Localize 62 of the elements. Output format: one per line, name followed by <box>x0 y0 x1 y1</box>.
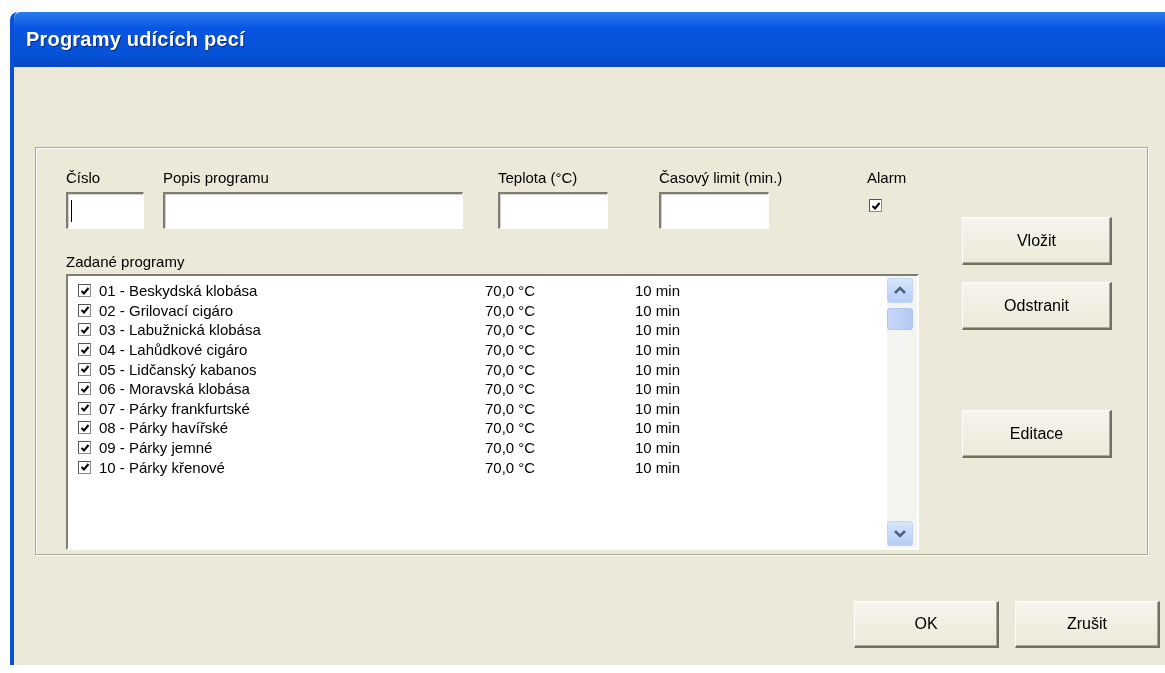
temperature-cell-text: 70,0 °C <box>485 419 537 437</box>
checkbox[interactable] <box>78 401 91 415</box>
temperature-cell-text: 70,0 °C <box>485 380 537 398</box>
checkbox[interactable] <box>78 421 91 435</box>
program-name: 09 - Párky jemné <box>99 439 214 457</box>
time-limit-cell: 10 min <box>635 380 681 398</box>
program-name: 07 - Párky frankfurtské <box>99 399 251 417</box>
time-limit-cell: 10 min <box>635 458 681 476</box>
action-button[interactable]: Odstranit <box>962 282 1112 330</box>
program-name: 02 - Grilovací cigáro <box>99 301 235 319</box>
program-name: 06 - Moravská klobása <box>99 380 251 398</box>
checkbox[interactable] <box>78 460 91 474</box>
checkbox[interactable] <box>869 199 882 212</box>
checkbox[interactable] <box>78 284 91 298</box>
program-list[interactable] <box>66 274 919 550</box>
temperature-cell-text: 70,0 °C <box>485 458 537 476</box>
checkbox[interactable] <box>78 382 91 396</box>
program-name: 10 - Párky křenové <box>99 458 226 476</box>
input-field[interactable] <box>659 192 769 229</box>
scroll-up-icon[interactable] <box>887 278 913 303</box>
input-field[interactable] <box>498 192 608 229</box>
scroll-down-icon[interactable] <box>887 521 913 546</box>
time-limit-cell: 10 min <box>635 321 681 339</box>
temperature-cell-text: 70,0 °C <box>485 282 537 300</box>
checkbox[interactable] <box>78 303 91 317</box>
scroll-thumb[interactable] <box>887 308 913 330</box>
alarm-label: Alarm <box>867 168 907 188</box>
time-limit-cell: 10 min <box>635 439 681 457</box>
checkbox[interactable] <box>78 362 91 376</box>
action-button[interactable]: Vložit <box>962 217 1112 265</box>
program-name: 03 - Labužnická klobása <box>99 321 262 339</box>
time-limit-cell: 10 min <box>635 360 681 378</box>
checkbox[interactable] <box>78 343 91 357</box>
checkbox[interactable] <box>78 323 91 337</box>
time-limit-cell: 10 min <box>635 341 681 359</box>
field-label: Číslo <box>66 168 101 188</box>
temperature-cell-text: 70,0 °C <box>485 321 537 339</box>
time-limit-cell: 10 min <box>635 301 681 319</box>
temperature-cell-text: 70,0 °C <box>485 439 537 457</box>
time-limit-cell: 10 min <box>635 419 681 437</box>
field-label: Teplota (°C) <box>498 168 578 188</box>
time-limit-cell: 10 min <box>635 282 681 300</box>
list-label: Zadané programy <box>66 252 186 272</box>
window-title: Programy udících pecí <box>26 28 245 51</box>
temperature-cell-text: 70,0 °C <box>485 399 537 417</box>
field-label: Popis programu <box>163 168 269 188</box>
program-name: 01 - Beskydská klobása <box>99 282 259 300</box>
checkbox[interactable] <box>78 441 91 455</box>
time-limit-cell: 10 min <box>635 399 681 417</box>
program-name: 05 - Lidčanský kabanos <box>99 360 258 378</box>
temperature-cell-text: 70,0 °C <box>485 301 537 319</box>
program-name: 04 - Lahůdkové cigáro <box>99 341 249 359</box>
program-name: 08 - Párky havířské <box>99 419 230 437</box>
input-field[interactable] <box>163 192 463 229</box>
input-field[interactable] <box>66 192 144 229</box>
cancel-button[interactable]: Zrušit <box>1015 601 1160 648</box>
ok-button[interactable]: OK <box>854 601 999 648</box>
field-label: Časový limit (min.) <box>659 168 783 188</box>
temperature-cell-text: 70,0 °C <box>485 341 537 359</box>
scrollbar[interactable] <box>887 276 917 548</box>
action-button[interactable]: Editace <box>962 410 1112 458</box>
temperature-cell-text: 70,0 °C <box>485 360 537 378</box>
